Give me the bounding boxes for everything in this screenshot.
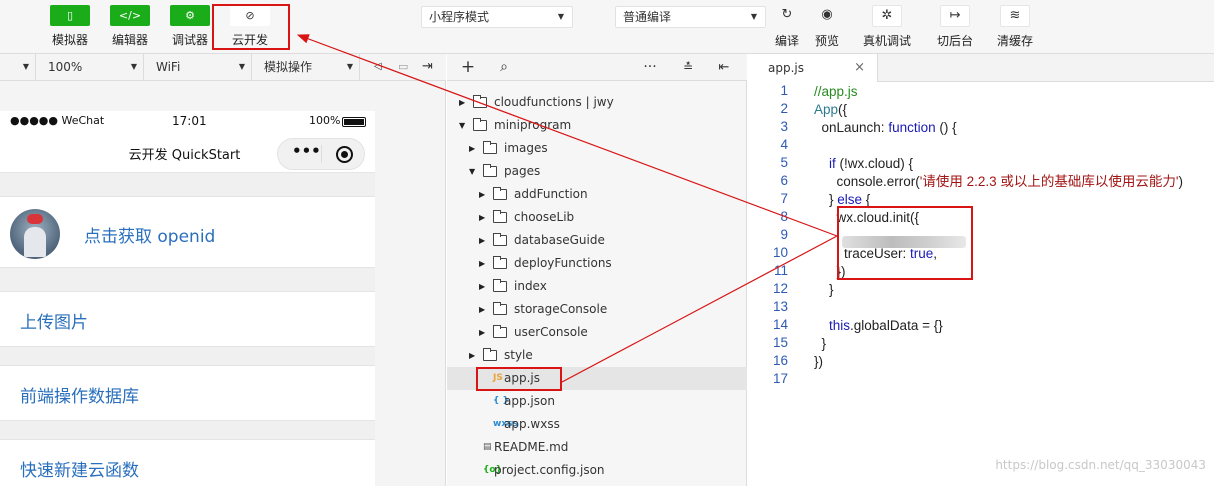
devtools-window: ▯ 模拟器 </> 编辑器 ⚙ 调试器 ⊘ 云开发 小程序模式 ▼ 普通编译 ▼ ↻ 编译 ◉ 预览…	[0, 0, 1214, 486]
annotation-arrow	[296, 34, 838, 383]
